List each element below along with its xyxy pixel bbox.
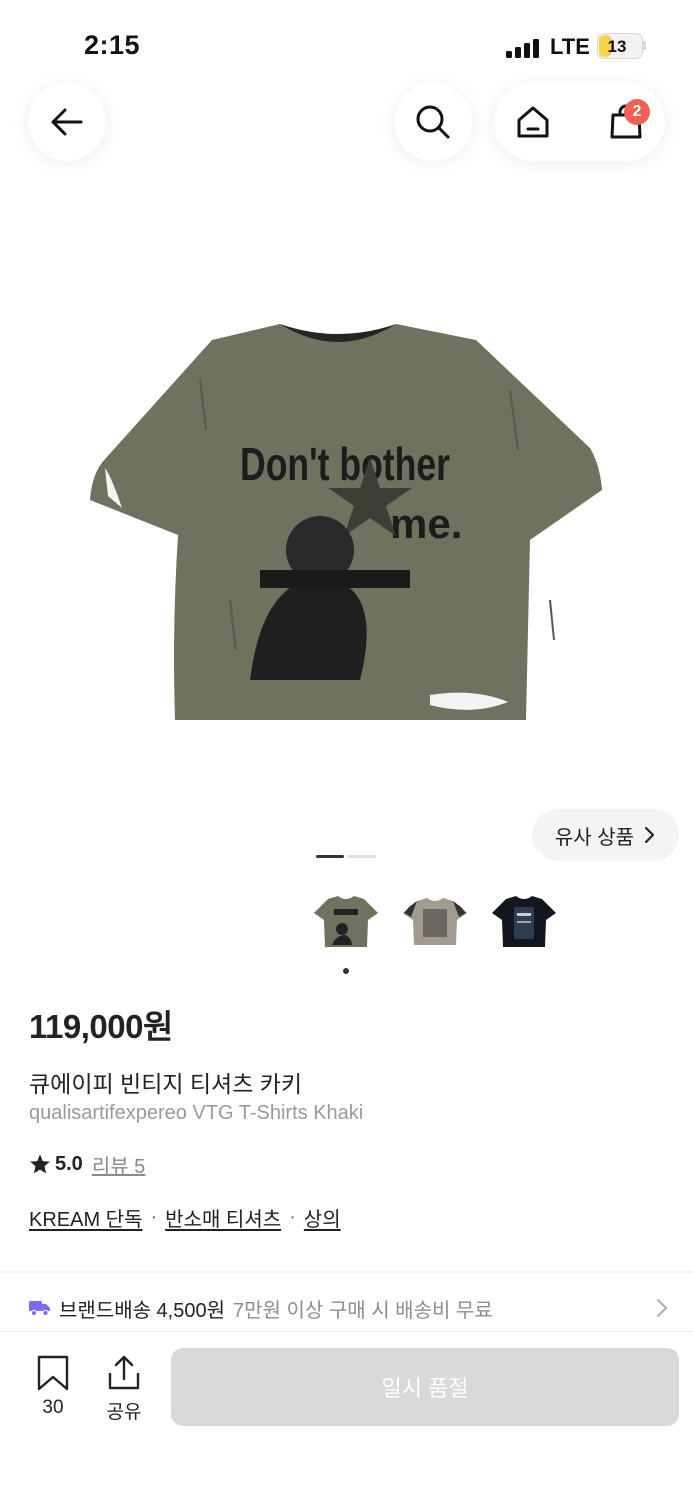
share-button[interactable]: 공유 — [93, 1355, 155, 1425]
star-icon — [30, 1154, 50, 1174]
shirt-print-line2: me. — [390, 500, 462, 547]
thumbnail-indicator — [343, 968, 349, 974]
product-name-korean: 큐에이피 빈티지 티셔츠 카키 — [29, 1071, 303, 1097]
delivery-info-row[interactable]: 브랜드배송 4,500원 7만원 이상 구매 시 배송비 무료 — [29, 1290, 669, 1326]
save-count: 30 — [42, 1397, 64, 1418]
similar-products-label: 유사 상품 — [554, 826, 635, 849]
battery-level: 13 — [607, 37, 627, 56]
truck-icon — [29, 1301, 50, 1317]
search-button[interactable] — [394, 83, 472, 161]
tag-kream-exclusive[interactable]: KREAM 단독 — [29, 1203, 142, 1232]
search-icon — [416, 105, 450, 139]
rating-value: 5.0 — [55, 1152, 83, 1175]
delivery-note: 7만원 이상 구매 시 배송비 무료 — [233, 1299, 493, 1322]
similar-products-button[interactable]: 유사 상품 — [532, 809, 679, 861]
bottom-action-bar: 30 공유 일시 품절 — [0, 1331, 693, 1500]
product-price: 119,000원 — [29, 1008, 173, 1045]
thumbnail-khaki[interactable] — [312, 893, 380, 951]
rating-row: 5.0 리뷰 5 — [29, 1150, 145, 1178]
tag-top[interactable]: 상의 — [304, 1203, 341, 1232]
cart-button[interactable] — [587, 83, 665, 161]
nav-actions-pill: 2 — [494, 83, 665, 161]
chevron-right-icon — [644, 826, 655, 844]
tag-row: KREAM 단독 · 반소매 티셔츠 · 상의 — [29, 1203, 341, 1232]
battery-nub — [643, 41, 646, 50]
shirt-print-line1: Don't bother — [240, 438, 450, 490]
signal-strength-icon — [506, 38, 542, 58]
network-type: LTE — [550, 34, 590, 59]
back-button[interactable] — [28, 83, 106, 161]
share-icon — [108, 1355, 140, 1390]
review-link[interactable]: 리뷰 5 — [92, 1150, 145, 1179]
home-icon — [517, 106, 549, 138]
arrow-left-icon — [51, 108, 83, 136]
product-image[interactable]: Don't bother me. — [80, 300, 620, 740]
status-bar: 2:15 LTE 13 — [0, 0, 693, 90]
battery-icon: 13 — [597, 33, 643, 59]
section-divider — [0, 1271, 693, 1273]
page-indicator-segment — [316, 855, 344, 858]
bookmark-icon — [37, 1355, 69, 1391]
chevron-right-icon — [656, 1298, 668, 1318]
save-button[interactable]: 30 — [22, 1355, 84, 1425]
tag-separator: · — [150, 1206, 158, 1228]
tag-short-sleeve-tshirt[interactable]: 반소매 티셔츠 — [165, 1203, 281, 1232]
home-button[interactable] — [494, 83, 572, 161]
cart-badge: 2 — [624, 99, 650, 125]
top-nav: 2 — [0, 80, 693, 170]
product-name-english: qualisartifexpereo VTG T-Shirts Khaki — [29, 1102, 364, 1124]
thumbnail-grey[interactable] — [401, 893, 469, 951]
status-time: 2:15 — [84, 30, 141, 60]
delivery-label: 브랜드배송 4,500원 — [59, 1299, 226, 1322]
thumbnail-black[interactable] — [490, 893, 558, 951]
tag-separator: · — [289, 1206, 296, 1228]
soldout-button[interactable]: 일시 품절 — [171, 1348, 679, 1426]
page-indicator-segment — [348, 855, 376, 858]
share-label: 공유 — [106, 1402, 142, 1423]
